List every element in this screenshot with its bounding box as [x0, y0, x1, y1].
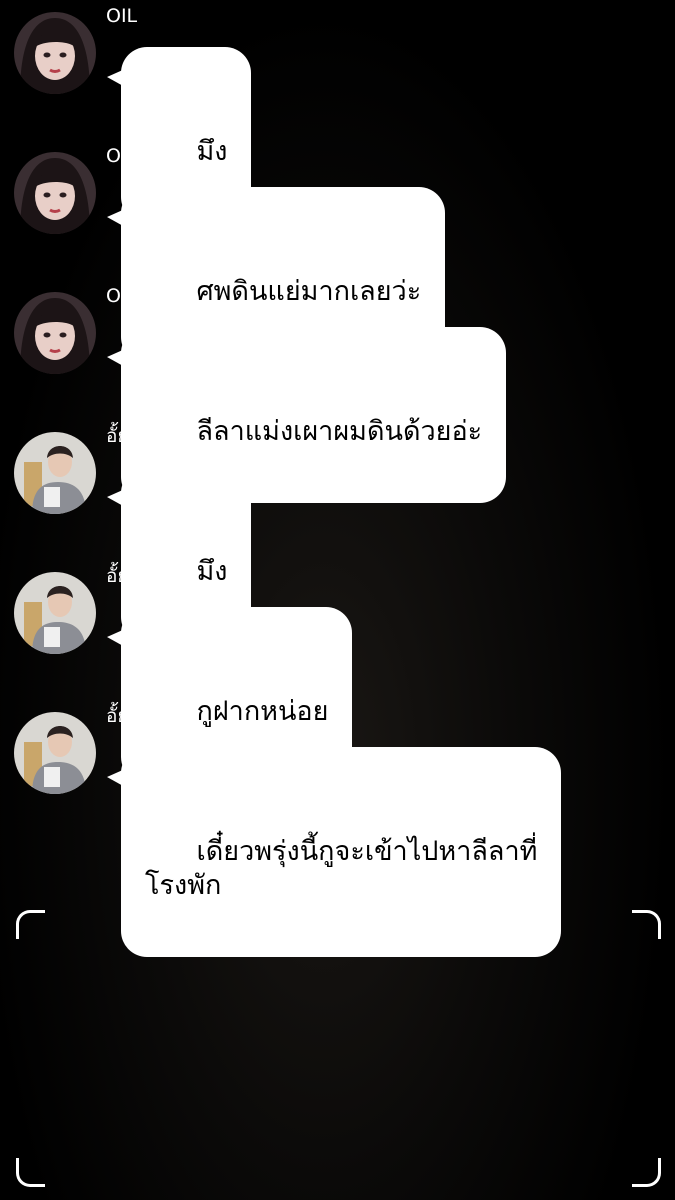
viewfinder-corner-icon: [632, 910, 661, 939]
bubble-tail: [107, 769, 125, 787]
boy-avatar[interactable]: [14, 712, 96, 794]
bubble-tail: [107, 629, 125, 647]
chat-screen: OIL มึง OIL ศพดินแย่มากเลยว่ะ OIL ลีลาแม…: [0, 0, 675, 1200]
message-text: กูฝากหน่อย: [196, 696, 329, 727]
sender-name: OIL: [106, 5, 138, 27]
sender-name: อั้ย: [106, 705, 129, 727]
boy-avatar[interactable]: [14, 432, 96, 514]
message-text: ศพดินแย่มากเลยว่ะ: [196, 276, 422, 307]
bubble-tail: [107, 209, 125, 227]
bubble-tail: [107, 69, 125, 87]
message-text: มึง: [196, 556, 228, 587]
bubble-tail: [107, 349, 125, 367]
girl-avatar[interactable]: [14, 292, 96, 374]
boy-avatar[interactable]: [14, 572, 96, 654]
viewfinder-corner-icon: [632, 1158, 661, 1187]
girl-avatar[interactable]: [14, 12, 96, 94]
sender-name: อั้ย: [106, 565, 129, 587]
viewfinder-corner-icon: [16, 910, 45, 939]
girl-avatar[interactable]: [14, 152, 96, 234]
bubble-tail: [107, 489, 125, 507]
message-bubble[interactable]: เดี๋ยวพรุ่งนี้กูจะเข้าไปหาลีลาที่ โรงพัก: [107, 747, 562, 957]
message-text: มึง: [196, 136, 228, 167]
viewfinder-corner-icon: [16, 1158, 45, 1187]
sender-name: OIL: [106, 145, 138, 167]
message-text: ลีลาแม่งเผาผมดินด้วยอ่ะ: [196, 416, 483, 447]
sender-name: OIL: [106, 285, 138, 307]
sender-name: อั้ย: [106, 425, 129, 447]
message-text: เดี๋ยวพรุ่งนี้กูจะเข้าไปหาลีลาที่ โรงพัก: [145, 836, 538, 901]
